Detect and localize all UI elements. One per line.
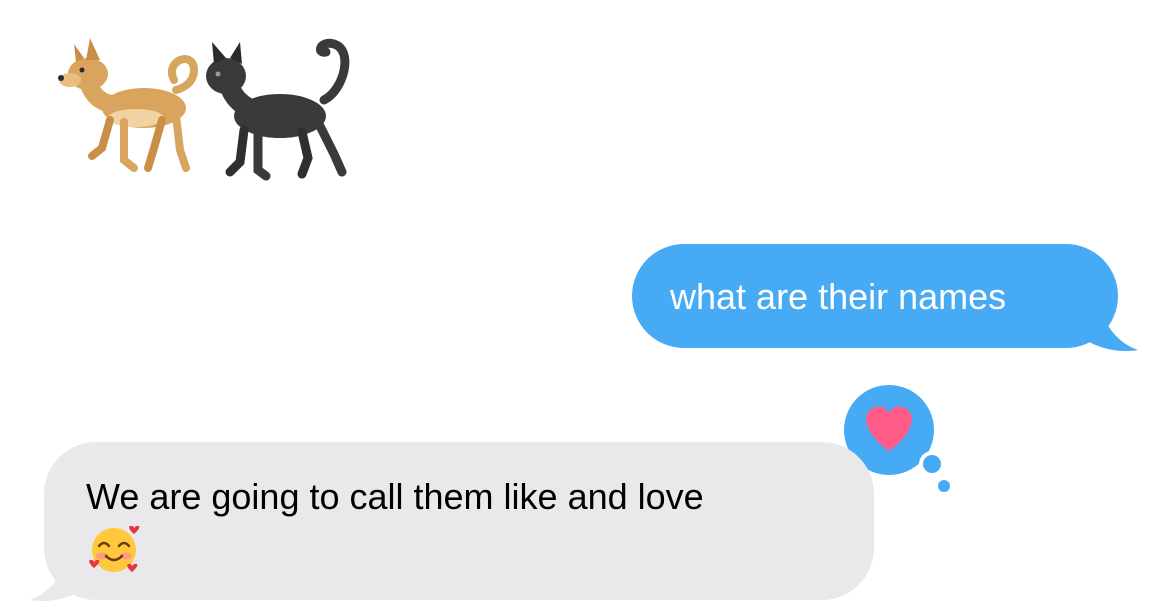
emoji-message[interactable] (44, 30, 364, 190)
outgoing-bubble-tail (1080, 300, 1138, 352)
smiling-face-with-hearts-emoji (86, 522, 142, 584)
emoji-message-art (58, 38, 350, 181)
dog-emoji (58, 38, 199, 172)
incoming-message-text: We are going to call them like and love (86, 476, 704, 517)
incoming-message-bubble[interactable]: We are going to call them like and love (44, 442, 874, 600)
outgoing-message-text: what are their names (670, 276, 1007, 317)
incoming-bubble-tail (30, 548, 88, 602)
black-cat-emoji (206, 38, 350, 181)
outgoing-message-bubble[interactable]: what are their names (632, 244, 1118, 348)
